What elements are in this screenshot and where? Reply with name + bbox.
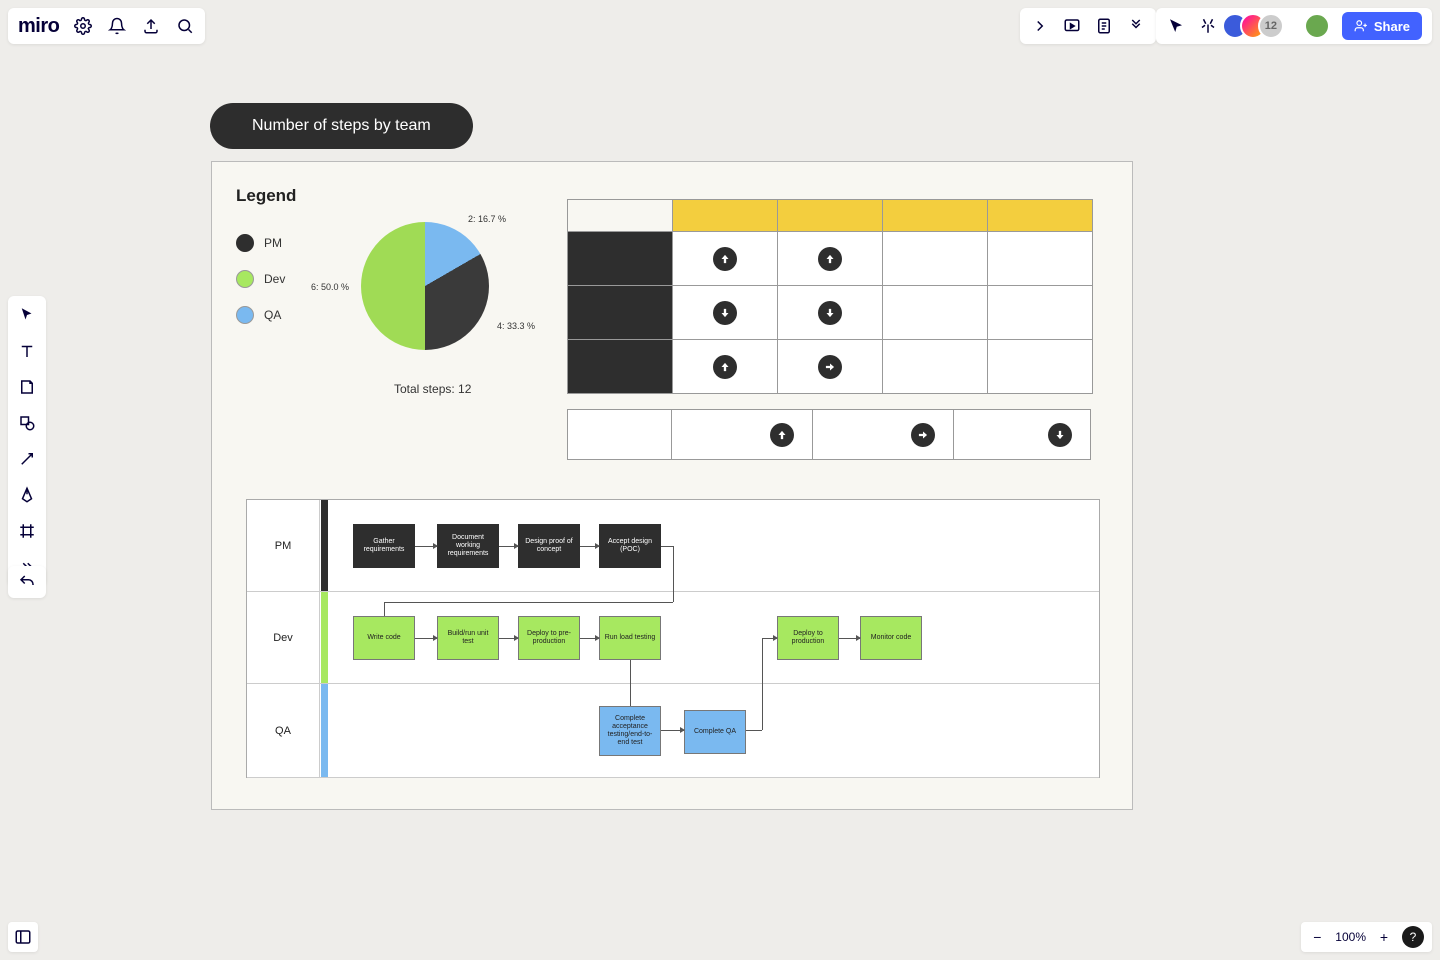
connector <box>630 660 631 706</box>
zoom-controls: − 100% + ? <box>1301 922 1432 952</box>
arrowhead-icon <box>773 635 778 641</box>
text-tool-icon[interactable] <box>16 340 38 362</box>
arrow-up-icon <box>818 247 842 271</box>
swimlane-card[interactable]: Complete acceptance testing/end-to-end t… <box>599 706 661 756</box>
legend-label: Dev <box>264 272 285 286</box>
legend-item-pm: PM <box>236 234 285 252</box>
lane-color-bar <box>321 500 328 591</box>
connector <box>673 546 674 602</box>
connector-tool-icon[interactable] <box>16 448 38 470</box>
swimlane-card[interactable]: Deploy to production <box>777 616 839 660</box>
swimlane-card[interactable]: Complete QA <box>684 710 746 754</box>
lane-color-bar <box>321 684 328 777</box>
avatar-overflow-count: 12 <box>1258 13 1284 39</box>
swimlane-card[interactable]: Run load testing <box>599 616 661 660</box>
arrow-down-icon <box>713 301 737 325</box>
secondary-table[interactable] <box>567 409 1091 460</box>
zoom-in-button[interactable]: + <box>1376 929 1392 945</box>
arrow-up-icon <box>713 355 737 379</box>
settings-icon[interactable] <box>73 16 93 36</box>
present-icon[interactable] <box>1062 16 1082 36</box>
current-user-avatar[interactable] <box>1304 13 1330 39</box>
legend-item-qa: QA <box>236 306 285 324</box>
arrowhead-icon <box>595 543 600 549</box>
reactions-icon[interactable] <box>1198 16 1218 36</box>
frame-tool-icon[interactable] <box>16 520 38 542</box>
swimlane-diagram[interactable]: PM Dev QA Gather requirements Document w… <box>246 499 1100 778</box>
help-button[interactable]: ? <box>1402 926 1424 948</box>
summary-table[interactable] <box>567 199 1093 394</box>
lane-color-bar <box>321 592 328 683</box>
lane-header: PM <box>247 500 320 591</box>
connector <box>762 638 763 730</box>
pie-total-label: Total steps: 12 <box>394 382 471 396</box>
legend-item-dev: Dev <box>236 270 285 288</box>
more-chevrons-icon[interactable] <box>1126 16 1146 36</box>
chevron-right-icon[interactable] <box>1030 16 1050 36</box>
notes-icon[interactable] <box>1094 16 1114 36</box>
cursor-icon[interactable] <box>1166 16 1186 36</box>
top-left-toolbar: miro <box>8 8 205 44</box>
arrowhead-icon <box>680 727 685 733</box>
swimlane-card[interactable]: Write code <box>353 616 415 660</box>
lane-header: QA <box>247 684 320 777</box>
frames-panel-toggle-icon[interactable] <box>8 922 38 952</box>
share-button-label: Share <box>1374 19 1410 34</box>
swimlane-card[interactable]: Accept design (POC) <box>599 524 661 568</box>
legend-heading: Legend <box>236 186 296 206</box>
connector <box>384 602 385 616</box>
legend-swatch-pm <box>236 234 254 252</box>
legend-label: PM <box>264 236 282 250</box>
search-icon[interactable] <box>175 16 195 36</box>
swimlane-row-qa: QA <box>247 684 1099 778</box>
arrowhead-icon <box>856 635 861 641</box>
lane-header: Dev <box>247 592 320 683</box>
arrowhead-icon <box>514 635 519 641</box>
connector <box>384 602 673 603</box>
arrowhead-icon <box>595 635 600 641</box>
swimlane-card[interactable]: Design proof of concept <box>518 524 580 568</box>
export-icon[interactable] <box>141 16 161 36</box>
arrow-right-icon <box>911 423 935 447</box>
top-right-collab-toolbar: 12 Share <box>1156 8 1432 44</box>
legend-swatch-dev <box>236 270 254 288</box>
sticky-note-tool-icon[interactable] <box>16 376 38 398</box>
legend-label: QA <box>264 308 281 322</box>
legend-list: PM Dev QA <box>236 234 285 324</box>
arrow-up-icon <box>770 423 794 447</box>
collaborator-avatars[interactable]: 12 <box>1230 13 1284 39</box>
arrow-right-icon <box>818 355 842 379</box>
arrow-up-icon <box>713 247 737 271</box>
pie-slice-label-dev: 6: 50.0 % <box>311 282 349 292</box>
top-right-presentation-toolbar <box>1020 8 1156 44</box>
arrowhead-icon <box>433 543 438 549</box>
frame-title-pill[interactable]: Number of steps by team <box>210 103 473 149</box>
shape-tool-icon[interactable] <box>16 412 38 434</box>
swimlane-card[interactable]: Document working requirements <box>437 524 499 568</box>
share-button[interactable]: Share <box>1342 12 1422 40</box>
pen-tool-icon[interactable] <box>16 484 38 506</box>
legend-swatch-qa <box>236 306 254 324</box>
pie-chart[interactable] <box>361 222 489 350</box>
arrowhead-icon <box>433 635 438 641</box>
swimlane-card[interactable]: Gather requirements <box>353 524 415 568</box>
zoom-out-button[interactable]: − <box>1309 929 1325 945</box>
connector <box>746 730 762 731</box>
app-logo: miro <box>18 15 59 38</box>
pie-slice-label-qa: 2: 16.7 % <box>468 214 506 224</box>
swimlane-card[interactable]: Deploy to pre-production <box>518 616 580 660</box>
select-tool-icon[interactable] <box>16 304 38 326</box>
arrow-down-icon <box>1048 423 1072 447</box>
left-toolbar <box>8 296 46 586</box>
undo-button[interactable] <box>8 566 46 598</box>
arrowhead-icon <box>514 543 519 549</box>
arrow-down-icon <box>818 301 842 325</box>
connector <box>661 546 673 547</box>
notifications-icon[interactable] <box>107 16 127 36</box>
swimlane-card[interactable]: Monitor code <box>860 616 922 660</box>
swimlane-card[interactable]: Build/run unit test <box>437 616 499 660</box>
pie-slice-label-pm: 4: 33.3 % <box>497 321 535 331</box>
zoom-level-label[interactable]: 100% <box>1335 930 1366 944</box>
